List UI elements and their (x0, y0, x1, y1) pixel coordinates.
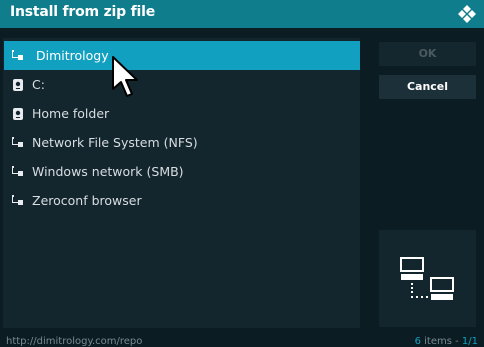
cancel-button[interactable]: Cancel (379, 75, 476, 99)
mouse-cursor-icon (112, 56, 138, 97)
list-item-label: Network File System (NFS) (32, 135, 198, 150)
list-item-label: Dimitrology (36, 48, 109, 63)
drive-icon (13, 108, 23, 120)
network-share-icon (12, 166, 23, 176)
current-path: http://dimitrology.com/repo (6, 336, 143, 347)
preview-thumbnail (379, 230, 476, 327)
item-count: 6 items - 1/1 (415, 336, 478, 347)
source-list: Dimitrology C: Home folder Network File … (3, 38, 360, 328)
list-item-label: Home folder (32, 106, 110, 121)
list-item-label: C: (32, 77, 45, 92)
list-item-zeroconf[interactable]: Zeroconf browser (4, 186, 360, 215)
list-item-c-drive[interactable]: C: (4, 70, 360, 99)
dialog-title: Install from zip file (10, 4, 156, 20)
drive-icon (13, 79, 23, 91)
list-item-home-folder[interactable]: Home folder (4, 99, 360, 128)
network-share-icon (12, 137, 23, 147)
list-item-dimitrology[interactable]: Dimitrology (4, 41, 360, 70)
network-share-icon (12, 195, 23, 205)
kodi-logo-icon (458, 5, 476, 23)
title-bar: Install from zip file (0, 0, 484, 28)
list-item-nfs[interactable]: Network File System (NFS) (4, 128, 360, 157)
list-item-label: Windows network (SMB) (32, 164, 184, 179)
item-count-text: items - (424, 336, 462, 347)
ok-button[interactable]: OK (379, 42, 476, 66)
page-indicator: 1/1 (461, 336, 478, 347)
network-share-icon (12, 50, 23, 60)
network-computers-icon (400, 257, 454, 300)
list-item-smb[interactable]: Windows network (SMB) (4, 157, 360, 186)
list-item-label: Zeroconf browser (32, 193, 142, 208)
item-count-number: 6 (414, 336, 421, 347)
